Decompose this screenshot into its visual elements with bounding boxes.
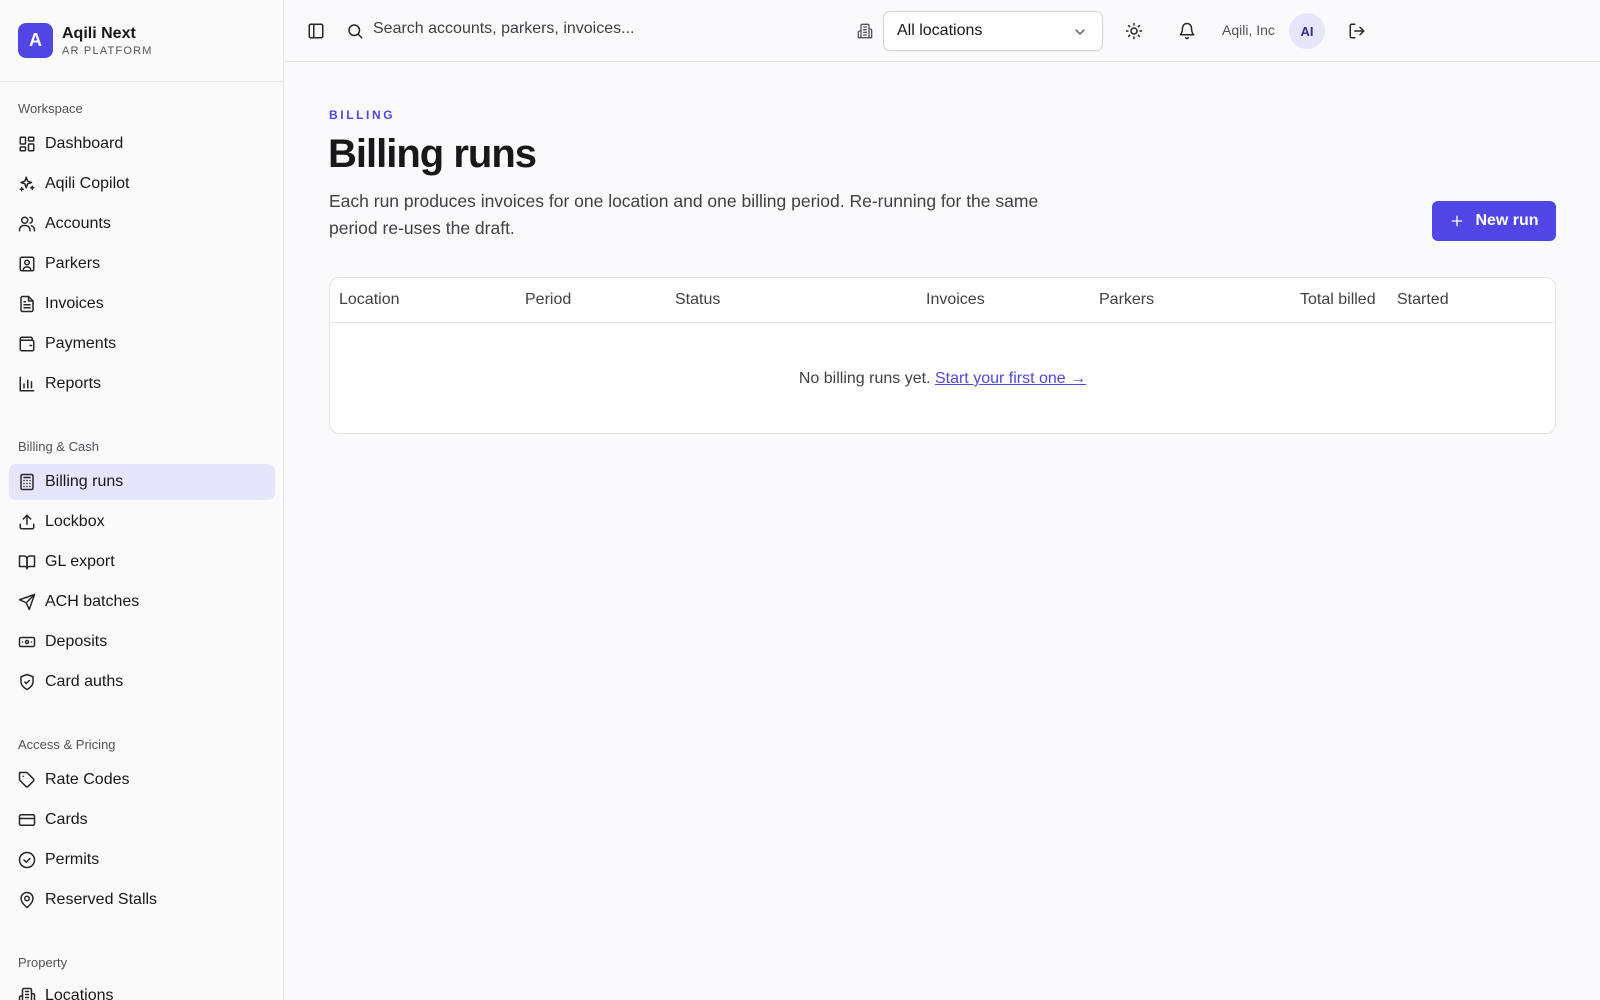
- page-description: Each run produces invoices for one locat…: [329, 191, 1039, 238]
- shield-icon: [20, 673, 34, 691]
- column-header-total-billed[interactable]: Total billed: [1300, 291, 1376, 309]
- column-header-location[interactable]: Location: [339, 291, 400, 309]
- sidebar-item-permits[interactable]: Permits: [9, 842, 275, 878]
- location-select-value: All locations: [897, 22, 983, 39]
- sidebar-item-rate-codes[interactable]: Rate Codes: [9, 762, 275, 798]
- sidebar-item-label: Permits: [45, 851, 100, 868]
- sidebar-item-label: Deposits: [45, 633, 108, 650]
- empty-state: No billing runs yet. Start your first on…: [330, 370, 1555, 388]
- empty-state-text: No billing runs yet.: [798, 370, 931, 387]
- file-text-icon: [20, 295, 34, 313]
- sidebar-item-gl-export[interactable]: GL export: [9, 544, 275, 580]
- badge-check-icon: [18, 851, 36, 869]
- sidebar-item-label: Cards: [45, 811, 88, 828]
- upload-icon: [19, 514, 35, 530]
- sidebar-item-label: Reserved Stalls: [45, 891, 158, 908]
- logout-icon[interactable]: [1348, 22, 1366, 40]
- column-header-parkers[interactable]: Parkers: [1099, 291, 1154, 309]
- send-icon: [18, 593, 36, 611]
- sidebar-item-deposits[interactable]: Deposits: [9, 624, 275, 660]
- search-icon: [346, 22, 364, 40]
- sidebar-item-label: Aqili Copilot: [45, 175, 130, 192]
- location-select[interactable]: All locations: [883, 11, 1103, 51]
- bar-chart-icon: [19, 376, 35, 392]
- billing-runs-table: Location Period Status Invoices Parkers …: [329, 277, 1556, 434]
- topbar: Search accounts, parkers, invoices... Al…: [285, 0, 1600, 62]
- column-header-invoices[interactable]: Invoices: [926, 291, 985, 309]
- sidebar-toggle-icon[interactable]: [307, 22, 325, 40]
- nav-section-workspace: Workspace: [18, 101, 83, 116]
- sidebar-item-label: Lockbox: [45, 513, 105, 530]
- sidebar-item-parkers[interactable]: Parkers: [9, 246, 275, 282]
- search-input[interactable]: Search accounts, parkers, invoices...: [373, 20, 634, 38]
- page-eyebrow: BILLING: [329, 108, 396, 122]
- brand-name: Aqili Next: [62, 24, 136, 42]
- sidebar-item-invoices[interactable]: Invoices: [9, 286, 275, 322]
- sidebar-item-card-auths[interactable]: Card auths: [9, 664, 275, 700]
- sun-icon[interactable]: [1125, 22, 1143, 40]
- tag-icon: [18, 771, 35, 788]
- sidebar-item-label: Card auths: [45, 673, 124, 690]
- column-header-period[interactable]: Period: [525, 291, 571, 309]
- wallet-icon: [19, 336, 35, 352]
- sidebar-item-label: Locations: [45, 987, 114, 1000]
- sidebar: A Aqili Next AR PLATFORM Workspace Dashb…: [0, 0, 284, 1000]
- sidebar-item-cards[interactable]: Cards: [9, 802, 275, 838]
- dashboard-icon: [19, 136, 35, 152]
- sidebar-item-label: Invoices: [45, 295, 104, 312]
- sidebar-item-label: Reports: [45, 375, 102, 392]
- plus-icon: [1452, 215, 1463, 227]
- sidebar-item-label: Billing runs: [45, 473, 124, 490]
- building-icon: [857, 23, 873, 39]
- column-header-started[interactable]: Started: [1397, 291, 1449, 309]
- column-header-status[interactable]: Status: [675, 291, 720, 309]
- banknote-icon: [18, 636, 36, 648]
- new-run-label: New run: [1475, 212, 1539, 229]
- new-run-button[interactable]: New run: [1432, 201, 1556, 241]
- page-title: Billing runs: [328, 132, 537, 176]
- sidebar-item-label: Payments: [45, 335, 117, 352]
- nav-section-access-pricing: Access & Pricing: [18, 737, 116, 752]
- sidebar-item-label: ACH batches: [45, 593, 140, 610]
- sidebar-item-locations[interactable]: Locations: [9, 978, 275, 1000]
- sidebar-item-label: Parkers: [45, 255, 101, 272]
- sidebar-item-reports[interactable]: Reports: [9, 366, 275, 402]
- brand-subtitle: AR PLATFORM: [62, 44, 153, 57]
- sidebar-item-label: Dashboard: [45, 135, 124, 152]
- main-content: BILLING Billing runs Each run produces i…: [285, 62, 1600, 1000]
- sidebar-item-payments[interactable]: Payments: [9, 326, 275, 362]
- map-pin-icon: [20, 891, 34, 909]
- avatar[interactable]: AI: [1289, 13, 1325, 49]
- start-first-run-link[interactable]: Start your first one →: [935, 370, 1086, 387]
- sidebar-item-label: GL export: [45, 553, 115, 570]
- book-icon: [18, 555, 36, 570]
- brand-logo: A: [18, 23, 53, 58]
- nav-section-billing-cash: Billing & Cash: [18, 439, 99, 454]
- sidebar-item-label: Accounts: [45, 215, 111, 232]
- sparkles-icon: [19, 176, 35, 192]
- sidebar-item-lockbox[interactable]: Lockbox: [9, 504, 275, 540]
- sidebar-item-ach-batches[interactable]: ACH batches: [9, 584, 275, 620]
- sidebar-item-dashboard[interactable]: Dashboard: [9, 126, 275, 162]
- credit-card-icon: [18, 814, 36, 826]
- sidebar-item-reserved-stalls[interactable]: Reserved Stalls: [9, 882, 275, 918]
- bell-icon[interactable]: [1178, 22, 1196, 40]
- chevron-down-icon: [1072, 24, 1088, 45]
- users-icon: [18, 216, 36, 232]
- sidebar-item-aqili-copilot[interactable]: Aqili Copilot: [9, 166, 275, 202]
- calculator-icon: [20, 473, 34, 491]
- sidebar-item-accounts[interactable]: Accounts: [9, 206, 275, 242]
- sidebar-item-billing-runs[interactable]: Billing runs: [9, 464, 275, 500]
- contact-icon: [19, 256, 35, 272]
- brand[interactable]: A Aqili Next AR PLATFORM: [0, 0, 283, 82]
- sidebar-item-label: Rate Codes: [45, 771, 130, 788]
- table-header: Location Period Status Invoices Parkers …: [330, 278, 1555, 323]
- org-name: Aqili, Inc: [1222, 22, 1275, 38]
- building-icon: [18, 987, 36, 1000]
- nav-section-property: Property: [18, 955, 68, 970]
